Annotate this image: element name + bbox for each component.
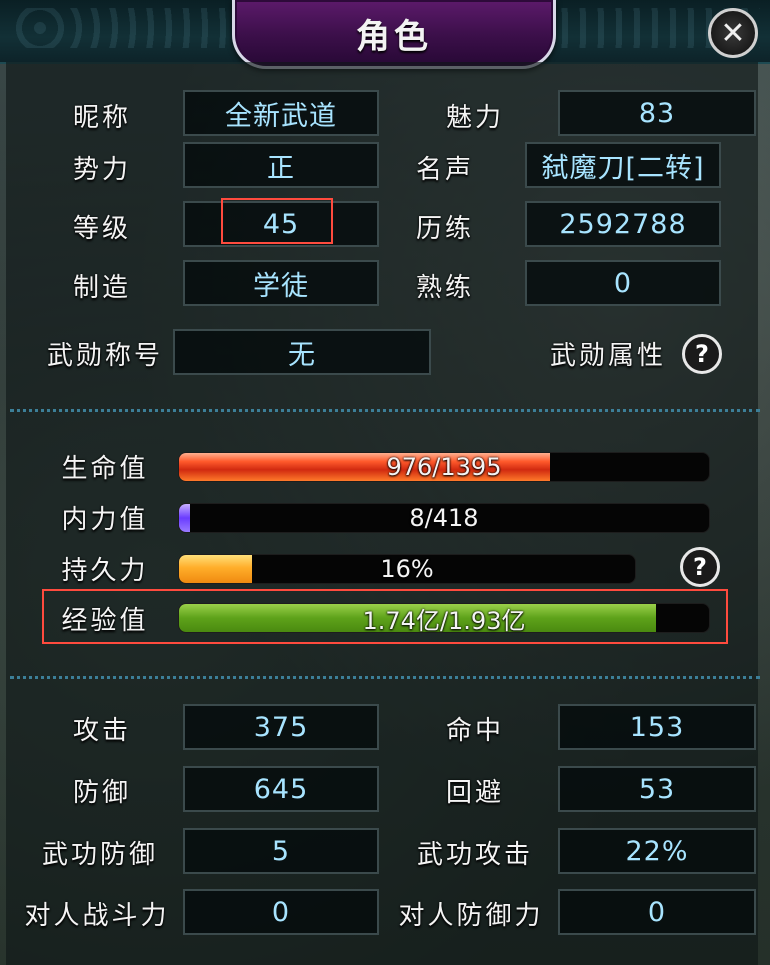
attack-label: 攻击 — [72, 715, 131, 746]
merit-title-value: 无 — [173, 329, 431, 375]
skill-attack-value: 22% — [558, 828, 756, 874]
experience-pts-label: 历练 — [415, 213, 474, 244]
experience-pts-value: 2592788 — [525, 201, 721, 247]
nickname-value: 全新武道 — [183, 90, 379, 136]
defense-value: 645 — [183, 766, 379, 812]
pvp-defense-value: 0 — [558, 889, 756, 935]
evasion-label: 回避 — [445, 777, 504, 808]
charm-label: 魅力 — [445, 102, 504, 133]
question-icon: ? — [695, 340, 709, 368]
accuracy-label: 命中 — [445, 715, 504, 746]
question-icon: ? — [693, 553, 707, 581]
fame-value: 弑魔刀[二转] — [525, 142, 721, 188]
merit-attr-help-button[interactable]: ? — [682, 334, 722, 374]
skill-defense-label: 武功防御 — [41, 839, 158, 870]
stamina-bar-text: 16% — [380, 555, 434, 583]
skill-defense-value: 5 — [183, 828, 379, 874]
hp-label: 生命值 — [61, 453, 149, 484]
stamina-bar: 16% — [178, 554, 636, 584]
mp-label: 内力值 — [61, 504, 149, 535]
crafting-label: 制造 — [72, 272, 131, 303]
skill-attack-label: 武功攻击 — [416, 839, 533, 870]
merit-title-label: 武勋称号 — [46, 340, 163, 371]
mp-bar-text: 8/418 — [409, 504, 479, 532]
mp-bar: 8/418 — [178, 503, 710, 533]
stamina-help-button[interactable]: ? — [680, 547, 720, 587]
faction-value: 正 — [183, 142, 379, 188]
section-divider — [10, 676, 760, 679]
charm-value: 83 — [558, 90, 756, 136]
window-title-tab: 角色 — [232, 0, 556, 69]
stamina-label: 持久力 — [61, 555, 149, 586]
pvp-power-label: 对人战斗力 — [24, 900, 170, 931]
level-highlight — [221, 198, 333, 244]
pvp-power-value: 0 — [183, 889, 379, 935]
hp-bar-text: 976/1395 — [386, 453, 502, 481]
faction-label: 势力 — [72, 154, 131, 185]
evasion-value: 53 — [558, 766, 756, 812]
close-icon: ✕ — [720, 15, 746, 51]
pvp-defense-label: 对人防御力 — [398, 900, 544, 931]
proficiency-label: 熟练 — [415, 272, 474, 303]
crafting-value: 学徒 — [183, 260, 379, 306]
level-label: 等级 — [72, 213, 131, 244]
defense-label: 防御 — [72, 777, 131, 808]
accuracy-value: 153 — [558, 704, 756, 750]
merit-attr-label[interactable]: 武勋属性 — [538, 333, 678, 373]
hp-bar: 976/1395 — [178, 452, 710, 482]
window-title: 角色 — [356, 16, 432, 57]
proficiency-value: 0 — [525, 260, 721, 306]
nickname-label: 昵称 — [72, 102, 131, 133]
close-button[interactable]: ✕ — [708, 8, 758, 58]
exp-highlight — [42, 589, 728, 644]
attack-value: 375 — [183, 704, 379, 750]
section-divider — [10, 409, 760, 412]
fame-label: 名声 — [415, 154, 474, 185]
